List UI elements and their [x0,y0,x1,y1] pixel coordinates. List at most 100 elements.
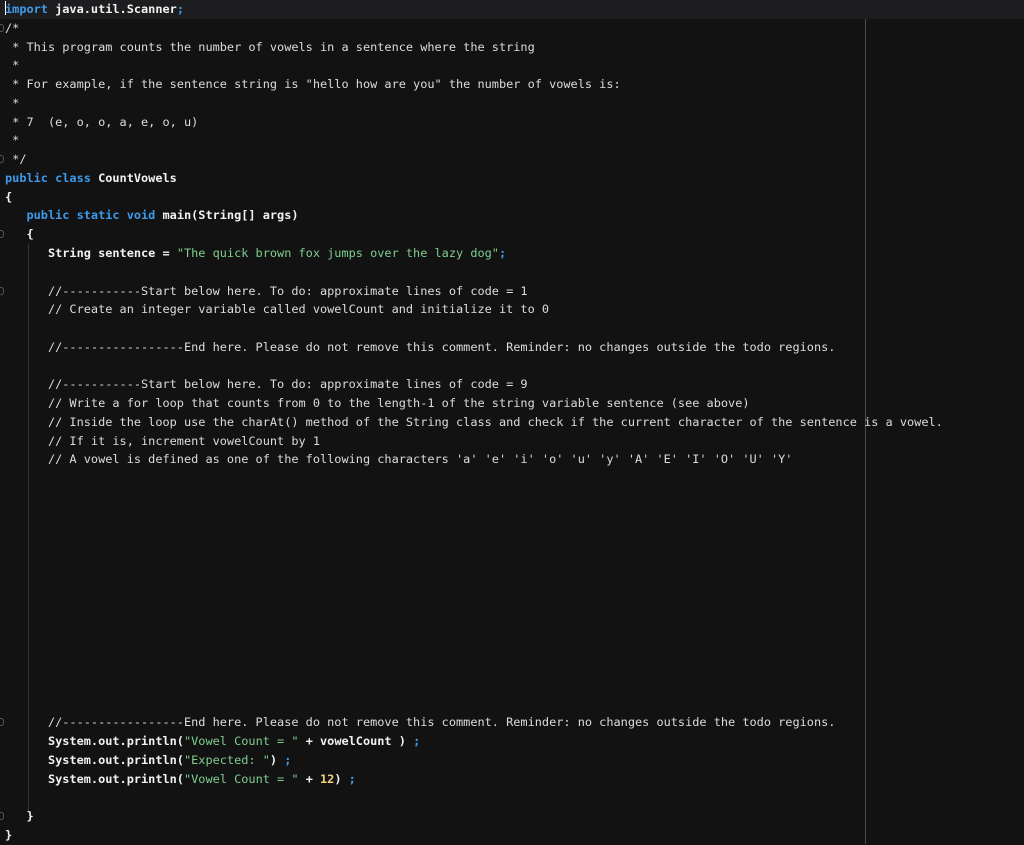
code-line-6[interactable]: * [0,94,1024,113]
code-text: // A vowel is defined as one of the foll… [5,450,792,469]
code-text: * [5,131,19,150]
code-line-9[interactable]: */ [0,150,1024,169]
token-cmt: // Write a for loop that counts from 0 t… [5,396,750,410]
token-num: 12 [320,772,334,786]
code-line-25[interactable]: // A vowel is defined as one of the foll… [0,450,1024,469]
code-line-32[interactable] [0,582,1024,601]
code-line-30[interactable] [0,544,1024,563]
token-id: main(String[] args) [155,208,298,222]
token-cmt: * 7 (e, o, o, a, e, o, u) [5,115,198,129]
token-id: ) [270,753,284,767]
token-semi: ; [349,772,356,786]
code-text: public class CountVowels [5,169,177,188]
code-line-10[interactable]: public class CountVowels [0,169,1024,188]
code-line-3[interactable]: * This program counts the number of vowe… [0,38,1024,57]
code-line-15[interactable] [0,263,1024,282]
code-line-35[interactable] [0,638,1024,657]
token-id: + vowelCount ) [299,734,414,748]
token-id: System.out.println( [5,772,184,786]
code-line-24[interactable]: // If it is, increment vowelCount by 1 [0,432,1024,451]
code-line-21[interactable]: //-----------Start below here. To do: ap… [0,375,1024,394]
code-line-8[interactable]: * [0,131,1024,150]
code-text: import java.util.Scanner; [5,0,184,19]
fold-marker-icon[interactable] [0,155,4,163]
code-text: //-----------------End here. Please do n… [5,338,835,357]
token-cmt: //-----------Start below here. To do: ap… [5,377,528,391]
code-line-38[interactable] [0,694,1024,713]
code-line-13[interactable]: { [0,225,1024,244]
token-cmt: // A vowel is defined as one of the foll… [5,452,792,466]
code-line-16[interactable]: //-----------Start below here. To do: ap… [0,282,1024,301]
token-semi: ; [177,2,184,16]
code-text: { [5,188,12,207]
code-line-11[interactable]: { [0,188,1024,207]
code-line-27[interactable] [0,488,1024,507]
code-line-1[interactable]: import java.util.Scanner; [0,0,1024,19]
code-line-14[interactable]: String sentence = "The quick brown fox j… [0,244,1024,263]
code-line-42[interactable]: System.out.println("Vowel Count = " + 12… [0,770,1024,789]
fold-marker-icon[interactable] [0,287,4,295]
code-text: System.out.println("Expected: ") ; [5,751,291,770]
code-line-44[interactable]: } [0,807,1024,826]
code-text: * This program counts the number of vowe… [5,38,535,57]
code-line-45[interactable]: } [0,826,1024,845]
token-id: { [5,190,12,204]
token-cmt: * [5,133,19,147]
code-line-4[interactable]: * [0,56,1024,75]
token-kw: public class [5,171,91,185]
code-line-23[interactable]: // Inside the loop use the charAt() meth… [0,413,1024,432]
code-line-17[interactable]: // Create an integer variable called vow… [0,300,1024,319]
code-editor[interactable]: import java.util.Scanner;/* * This progr… [0,0,1024,844]
code-line-22[interactable]: // Write a for loop that counts from 0 t… [0,394,1024,413]
code-line-34[interactable] [0,619,1024,638]
token-cmt: * [5,96,19,110]
code-text: System.out.println("Vowel Count = " + 12… [5,770,356,789]
token-semi: ; [499,246,506,260]
token-id: java.util.Scanner [48,2,177,16]
code-text: public static void main(String[] args) [5,206,299,225]
code-line-5[interactable]: * For example, if the sentence string is… [0,75,1024,94]
token-semi: ; [413,734,420,748]
code-line-18[interactable] [0,319,1024,338]
token-cmt: //-----------------End here. Please do n… [5,340,835,354]
code-line-7[interactable]: * 7 (e, o, o, a, e, o, u) [0,113,1024,132]
code-text: // Create an integer variable called vow… [5,300,549,319]
code-text: { [5,225,34,244]
token-cmt: // If it is, increment vowelCount by 1 [5,434,320,448]
code-text: // If it is, increment vowelCount by 1 [5,432,320,451]
code-line-28[interactable] [0,507,1024,526]
token-id: CountVowels [91,171,177,185]
code-line-39[interactable]: //-----------------End here. Please do n… [0,713,1024,732]
token-str: "Vowel Count = " [184,734,299,748]
token-cmt: // Inside the loop use the charAt() meth… [5,415,943,429]
token-cmt: */ [5,152,26,166]
code-line-19[interactable]: //-----------------End here. Please do n… [0,338,1024,357]
token-kw: import [5,2,48,16]
code-line-29[interactable] [0,526,1024,545]
code-line-2[interactable]: /* [0,19,1024,38]
code-line-20[interactable] [0,357,1024,376]
code-line-12[interactable]: public static void main(String[] args) [0,206,1024,225]
fold-marker-icon[interactable] [0,230,4,238]
token-cmt: //-----------------End here. Please do n… [5,715,835,729]
fold-marker-icon[interactable] [0,812,4,820]
token-id: System.out.println( [5,753,184,767]
fold-marker-icon[interactable] [0,24,4,32]
code-line-40[interactable]: System.out.println("Vowel Count = " + vo… [0,732,1024,751]
token-semi: ; [284,753,291,767]
token-id: { [5,227,34,241]
code-text: /* [5,19,19,38]
token-id: System.out.println( [5,734,184,748]
code-line-31[interactable] [0,563,1024,582]
code-line-41[interactable]: System.out.println("Expected: ") ; [0,751,1024,770]
code-line-36[interactable] [0,657,1024,676]
token-kw: public static void [5,208,155,222]
fold-marker-icon[interactable] [0,718,4,726]
code-line-26[interactable] [0,469,1024,488]
token-id: ) [334,772,348,786]
code-text: //-----------Start below here. To do: ap… [5,375,528,394]
code-line-43[interactable] [0,788,1024,807]
code-line-37[interactable] [0,676,1024,695]
code-text: } [5,826,12,845]
code-line-33[interactable] [0,601,1024,620]
